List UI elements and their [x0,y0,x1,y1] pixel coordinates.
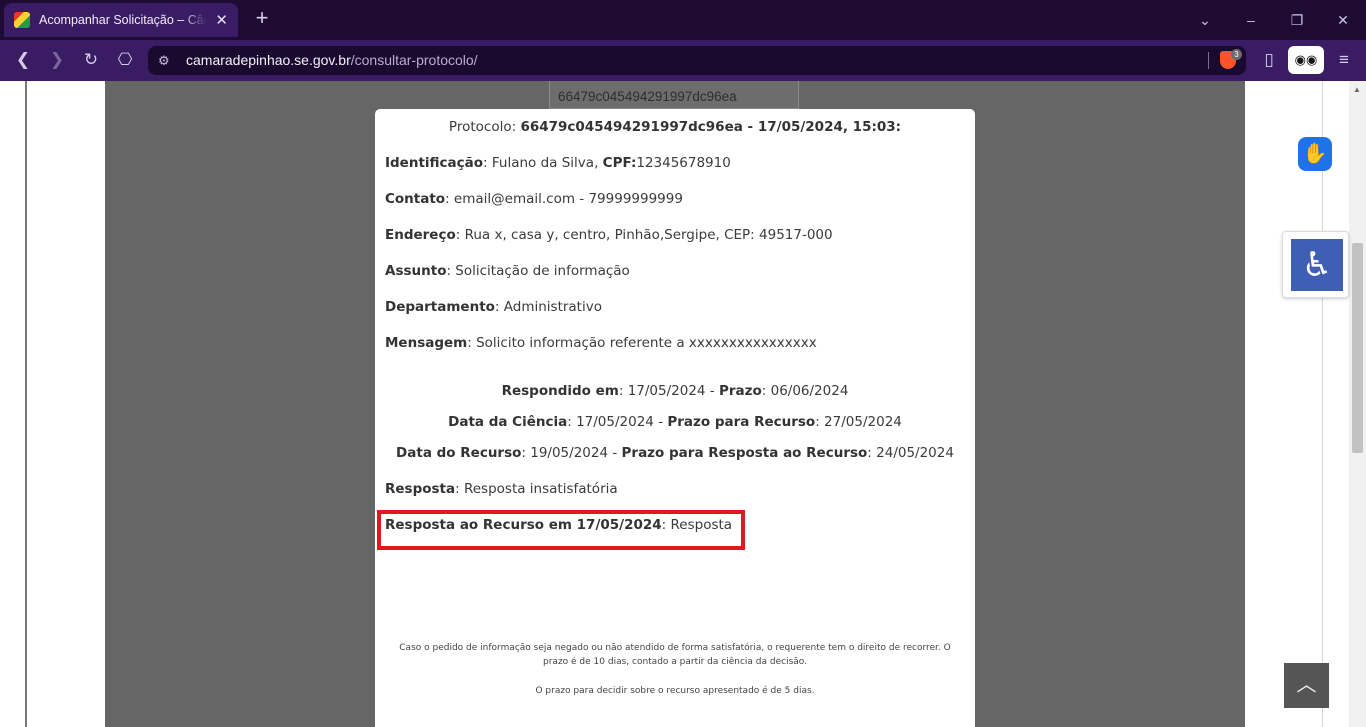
respondido-row: Respondido em: 17/05/2024 - Prazo: 06/06… [501,383,849,399]
resposta-recurso-row: Resposta ao Recurso em 17/05/2024: Respo… [385,517,733,533]
accessibility-button[interactable]: ♿ [1282,231,1349,298]
site-settings-icon[interactable]: ⚙ [158,51,170,70]
sign-language-icon[interactable]: ✋ [1298,137,1332,171]
url-separator [1208,52,1209,69]
browser-tab[interactable]: Acompanhar Solicitação – Câmara ✕ [4,3,238,37]
restore-icon[interactable]: ❐ [1287,10,1307,30]
protocol-modal: Protocolo: 66479c045494291997dc96ea - 17… [375,109,975,727]
scrollbar[interactable]: ▲ [1349,81,1366,727]
arrow-up-icon[interactable]: ︿ [1284,663,1329,708]
shields-badge: 3 [1231,49,1242,60]
resposta-row: Resposta: Resposta insatisfatória [385,481,618,497]
bookmark-icon[interactable]: ⎔ [113,48,137,72]
divider [1322,81,1323,727]
window-close-icon[interactable]: ✕ [1333,10,1353,30]
mensagem-row: Mensagem: Solicito informação referente … [385,335,817,351]
protocol-field: 66479c045494291997dc96ea [549,81,799,109]
endereco-row: Endereço: Rua x, casa y, centro, Pinhão,… [385,227,833,243]
url-text[interactable]: camaradepinhao.se.gov.br/consultar-proto… [186,52,478,68]
departamento-row: Departamento: Administrativo [385,299,602,315]
appeal-note: Caso o pedido de informação seja negado … [399,643,951,667]
recurso-row: Data do Recurso: 19/05/2024 - Prazo para… [396,445,954,461]
minimize-icon[interactable]: – [1241,10,1261,30]
browser-titlebar: Acompanhar Solicitação – Câmara ✕ + ⌄ – … [0,0,1366,40]
favicon [14,12,30,28]
close-icon[interactable]: ✕ [215,13,228,28]
ciencia-row: Data da Ciência: 17/05/2024 - Prazo para… [448,414,902,430]
page-border [25,81,27,727]
chevron-down-icon[interactable]: ⌄ [1195,10,1215,30]
plus-icon[interactable]: + [250,7,274,31]
reload-icon[interactable]: ↻ [79,48,103,72]
page-content: 66479c045494291997dc96ea ▲ ✋ ♿ ︿ Protoco… [0,81,1366,727]
assunto-row: Assunto: Solicitação de informação [385,263,630,279]
sidebar-icon[interactable]: ▯ [1257,48,1281,72]
address-bar[interactable]: ⚙ camaradepinhao.se.gov.br/consultar-pro… [148,46,1246,75]
menu-icon[interactable]: ≡ [1332,48,1356,72]
protocol-header: Protocolo: 66479c045494291997dc96ea - 17… [448,119,902,135]
scroll-up-arrow[interactable]: ▲ [1353,85,1361,94]
tab-title: Acompanhar Solicitação – Câmara [39,13,207,27]
back-icon[interactable]: ❮ [11,48,35,72]
scrollbar-thumb[interactable] [1352,243,1363,453]
glasses-icon[interactable]: ◉◉ [1288,46,1324,74]
identificacao-row: Identificação: Fulano da Silva, CPF:1234… [385,155,731,171]
contato-row: Contato: email@email.com - 79999999999 [385,191,683,207]
browser-toolbar: ❮ ❯ ↻ ⎔ ⚙ camaradepinhao.se.gov.br/consu… [0,40,1366,81]
wheelchair-icon: ♿ [1291,239,1343,291]
forward-icon[interactable]: ❯ [45,48,69,72]
decision-deadline-note: O prazo para decidir sobre o recurso apr… [535,686,815,696]
